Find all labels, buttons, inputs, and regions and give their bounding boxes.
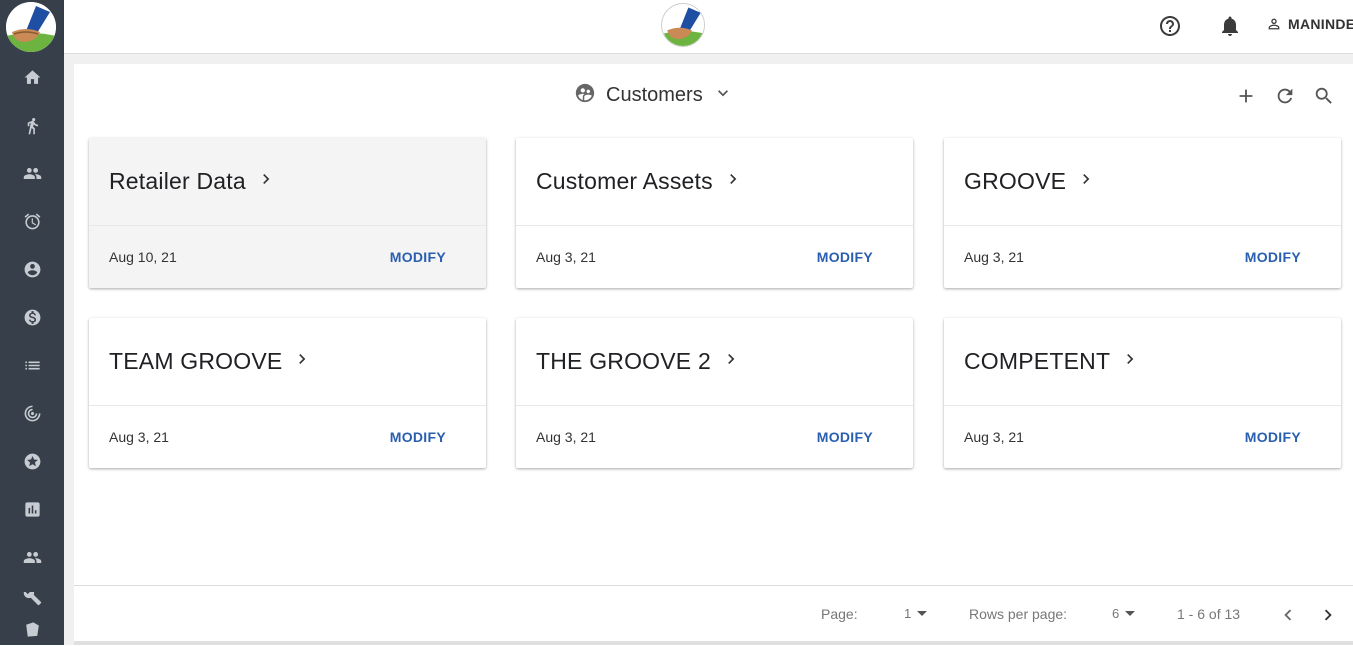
page-select[interactable]: 1 — [904, 606, 928, 621]
user-outline-icon — [1268, 18, 1280, 30]
sidebar-item-list[interactable] — [0, 347, 64, 383]
people-icon — [23, 167, 41, 179]
chevron-left-icon — [1284, 609, 1292, 621]
box-icon — [25, 621, 39, 637]
chevron-right-icon — [1076, 169, 1096, 194]
sidebar-item-reminders[interactable] — [0, 203, 64, 239]
modify-button[interactable]: MODIFY — [1245, 429, 1301, 445]
group-icon — [23, 551, 41, 563]
chevron-right-icon — [721, 349, 741, 374]
sidebar-item-rewards[interactable] — [0, 443, 64, 479]
card-groove[interactable]: GROOVE Aug 3, 21 MODIFY — [944, 138, 1341, 288]
dropdown-arrow-icon — [917, 611, 928, 616]
entity-selector[interactable]: Customers — [574, 82, 733, 108]
alarm-clock-icon — [24, 212, 40, 229]
card-date: Aug 3, 21 — [536, 249, 596, 265]
home-icon — [24, 69, 40, 84]
toolbar-actions — [1234, 84, 1336, 108]
user-menu[interactable]: MANINDER — [1266, 14, 1353, 34]
modify-button[interactable]: MODIFY — [1245, 249, 1301, 265]
modify-button[interactable]: MODIFY — [817, 429, 873, 445]
search-icon — [1315, 87, 1332, 104]
refresh-button[interactable] — [1273, 84, 1297, 108]
dropdown-arrow-icon — [1125, 611, 1136, 616]
top-header: MANINDER — [64, 0, 1353, 54]
modify-button[interactable]: MODIFY — [390, 249, 446, 265]
bottom-scroll-track — [74, 641, 1353, 645]
card-date: Aug 3, 21 — [964, 429, 1024, 445]
card-date: Aug 10, 21 — [109, 249, 177, 265]
rows-per-page-value: 6 — [1112, 606, 1120, 621]
notifications-button[interactable] — [1217, 13, 1243, 39]
content-gutter-top — [64, 54, 1353, 64]
bell-icon — [1222, 16, 1238, 36]
sidebar-item-inventory[interactable] — [0, 611, 64, 647]
brand-logo[interactable] — [661, 3, 705, 47]
account-circle-icon — [24, 261, 40, 277]
card-title: Customer Assets — [536, 168, 713, 194]
customers-icon — [574, 82, 596, 109]
list-icon — [24, 361, 40, 369]
page-title: Customers — [606, 83, 703, 106]
sidebar-item-activities[interactable] — [0, 107, 64, 143]
rows-per-page-select[interactable]: 6 — [1112, 606, 1136, 621]
sidebar-item-people[interactable] — [0, 155, 64, 191]
user-name: MANINDER — [1288, 16, 1353, 32]
card-date: Aug 3, 21 — [536, 429, 596, 445]
refresh-icon — [1277, 88, 1293, 104]
rows-per-page-label: Rows per page: — [969, 606, 1068, 622]
add-button[interactable] — [1234, 84, 1258, 108]
page-value: 1 — [904, 606, 912, 621]
content-gutter-left — [64, 54, 74, 645]
card-title: COMPETENT — [964, 348, 1111, 374]
card-retailer-data[interactable]: Retailer Data Aug 10, 21 MODIFY — [89, 138, 486, 288]
card-date: Aug 3, 21 — [964, 249, 1024, 265]
help-circle-icon — [1160, 16, 1180, 36]
previous-page-button[interactable] — [1276, 603, 1300, 627]
build-icon — [23, 592, 41, 606]
pagination-bar: Page: 1 Rows per page: 6 1 - 6 of 13 — [74, 585, 1353, 641]
card-competent[interactable]: COMPETENT Aug 3, 21 MODIFY — [944, 318, 1341, 468]
chevron-down-icon — [713, 83, 733, 108]
chevron-right-icon — [1324, 609, 1332, 621]
card-customer-assets[interactable]: Customer Assets Aug 3, 21 MODIFY — [516, 138, 913, 288]
add-icon — [1239, 89, 1253, 103]
sidebar-item-targets[interactable] — [0, 395, 64, 431]
card-team-groove[interactable]: TEAM GROOVE Aug 3, 21 MODIFY — [89, 318, 486, 468]
sidebar-item-home[interactable] — [0, 59, 64, 95]
card-title: THE GROOVE 2 — [536, 348, 711, 374]
target-icon — [24, 405, 40, 421]
card-the-groove-2[interactable]: THE GROOVE 2 Aug 3, 21 MODIFY — [516, 318, 913, 468]
chevron-right-icon — [292, 349, 312, 374]
sidebar-item-tools[interactable] — [0, 592, 64, 606]
chevron-right-icon — [723, 169, 743, 194]
card-date: Aug 3, 21 — [109, 429, 169, 445]
app-logo[interactable] — [6, 2, 56, 52]
help-button[interactable] — [1157, 13, 1183, 39]
card-title: TEAM GROOVE — [109, 348, 283, 374]
chevron-right-icon — [1120, 349, 1140, 374]
dollar-circle-icon — [24, 309, 40, 325]
chevron-right-icon — [256, 169, 276, 194]
sidebar-item-account[interactable] — [0, 251, 64, 287]
modify-button[interactable]: MODIFY — [817, 249, 873, 265]
next-page-button[interactable] — [1316, 603, 1340, 627]
page-label: Page: — [821, 606, 858, 622]
card-title: Retailer Data — [109, 168, 246, 194]
modify-button[interactable]: MODIFY — [390, 429, 446, 445]
card-title: GROOVE — [964, 168, 1067, 194]
main-content: Customers Retailer Data Aug 10, 21 MODIF… — [74, 64, 1353, 645]
left-sidebar — [0, 0, 64, 645]
running-person-icon — [27, 117, 38, 134]
star-badge-icon — [24, 453, 40, 469]
sidebar-item-team[interactable] — [0, 539, 64, 575]
sidebar-item-reports[interactable] — [0, 491, 64, 527]
pagination-range: 1 - 6 of 13 — [1177, 606, 1241, 622]
sidebar-item-sales[interactable] — [0, 299, 64, 335]
bar-chart-icon — [24, 501, 40, 517]
search-button[interactable] — [1312, 84, 1336, 108]
